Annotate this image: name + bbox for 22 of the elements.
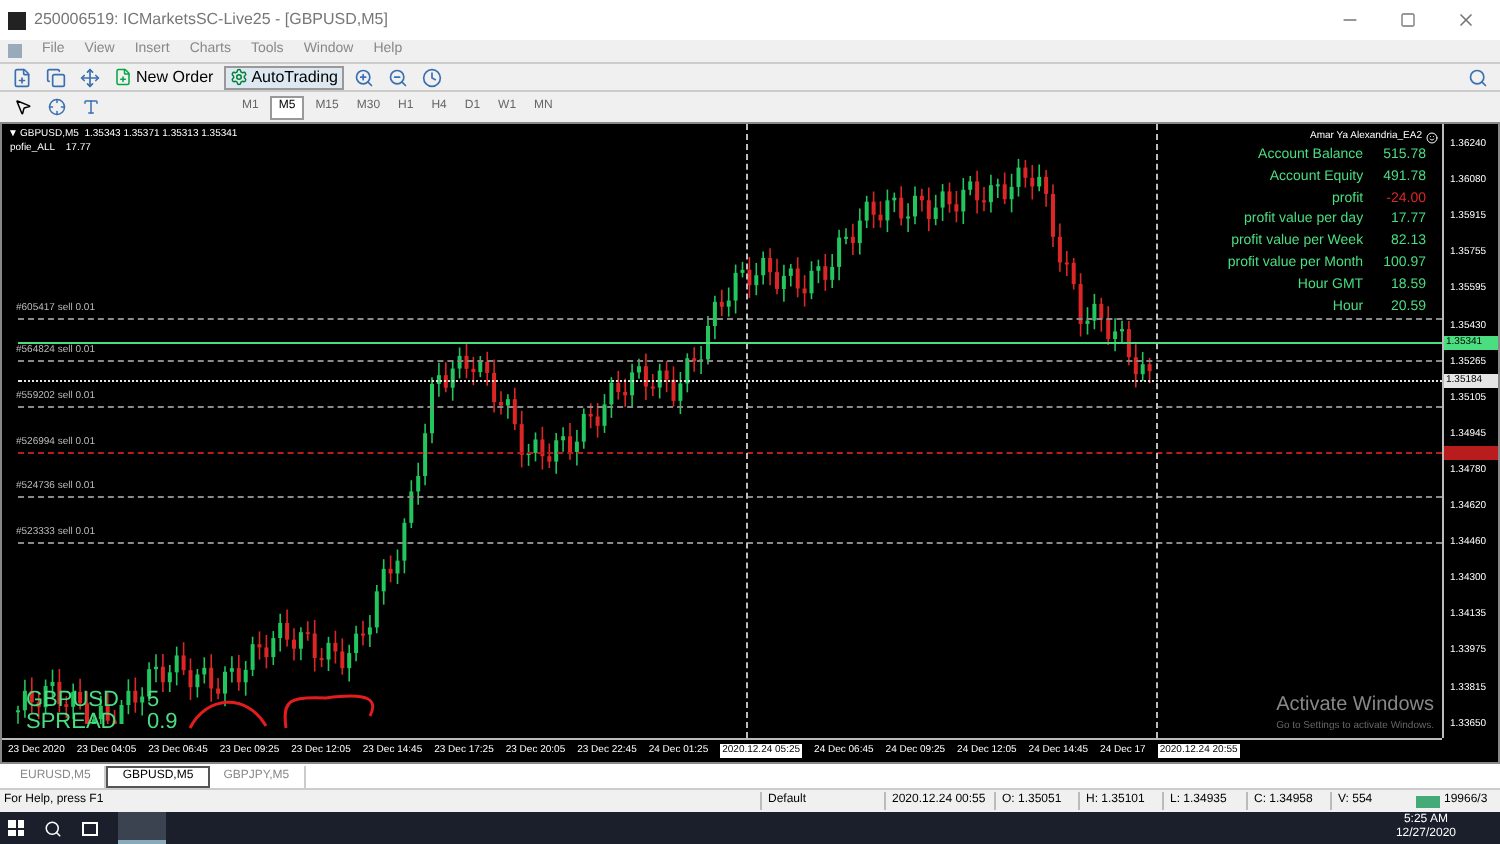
smiley-icon xyxy=(1426,131,1438,144)
gear-icon xyxy=(229,68,248,86)
app-icon xyxy=(8,11,26,29)
autotrading-button[interactable]: AutoTrading xyxy=(223,65,344,89)
taskbar-app-icon[interactable] xyxy=(118,812,166,844)
symbol-value: 5 xyxy=(146,690,162,712)
activation-title: Activate Windows xyxy=(1276,691,1434,719)
maximize-icon[interactable] xyxy=(1400,12,1416,28)
task-view-icon[interactable] xyxy=(82,821,98,835)
move-icon[interactable] xyxy=(76,65,104,89)
close-icon[interactable] xyxy=(1456,10,1476,30)
windows-start-icon[interactable] xyxy=(8,820,24,836)
symbol-label: SPREAD xyxy=(26,712,119,734)
copy-icon[interactable] xyxy=(42,65,70,89)
search-icon[interactable] xyxy=(44,819,62,837)
symbol-value: 0.9 xyxy=(146,712,178,734)
clock-icon[interactable] xyxy=(417,65,446,89)
window-title: 250006519: ICMarketsSC-Live25 - [GBPUSD,M5] xyxy=(34,8,388,32)
new-order-button[interactable]: New Order xyxy=(110,65,218,89)
document-plus-icon xyxy=(114,68,132,86)
price-tag xyxy=(1444,446,1498,460)
connection-bars-icon xyxy=(1416,795,1440,807)
